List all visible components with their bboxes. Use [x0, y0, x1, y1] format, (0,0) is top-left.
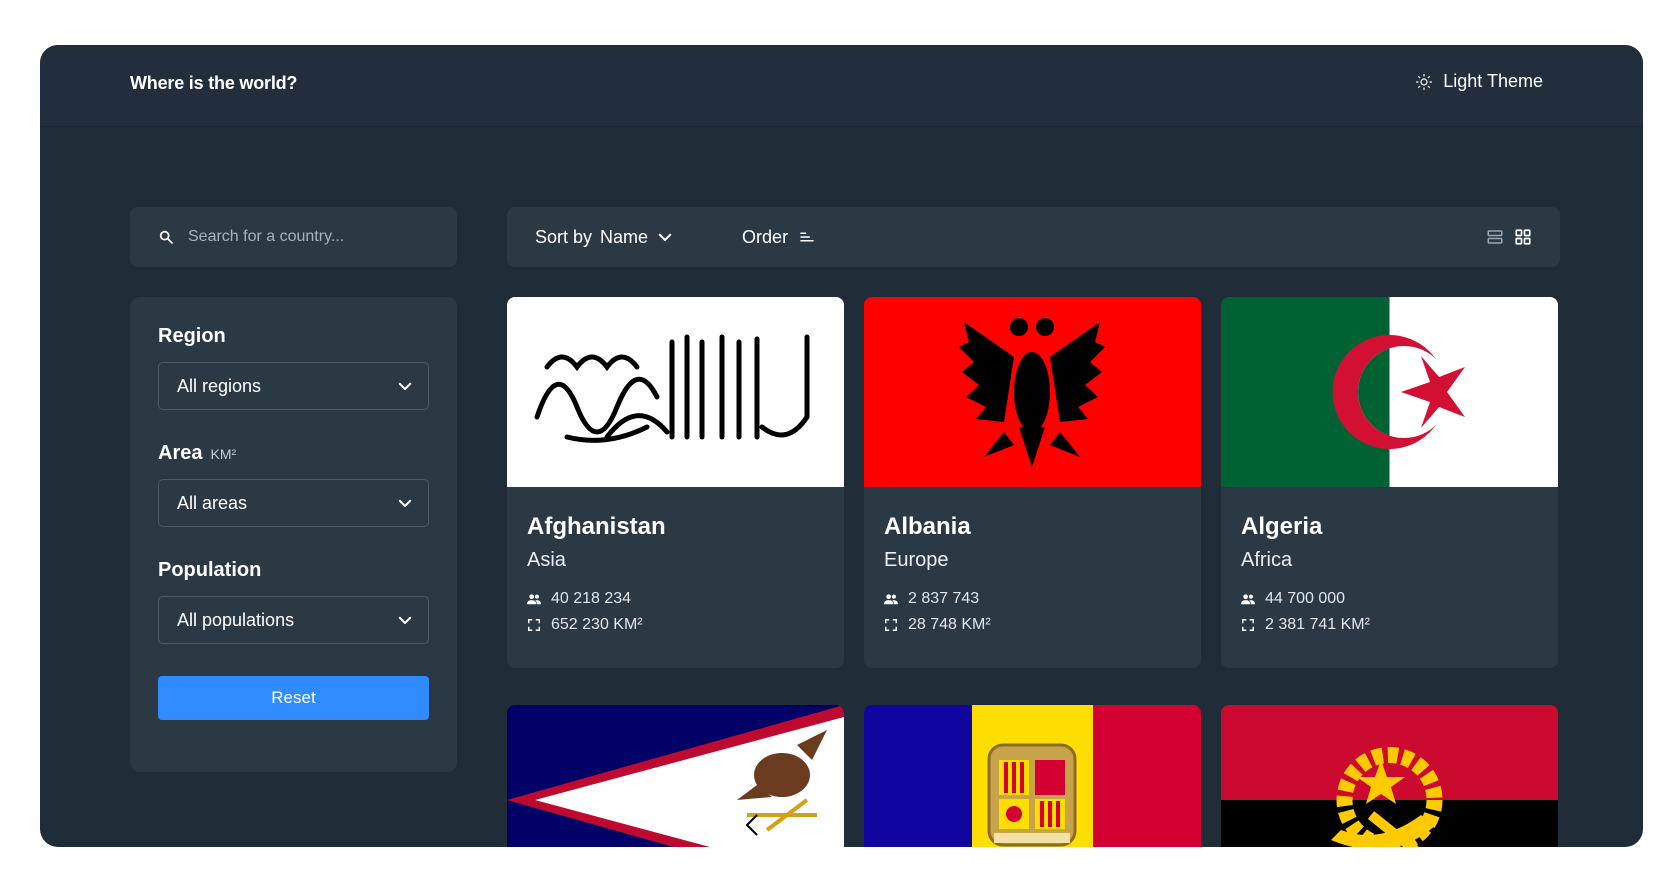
angola-flag-image: [1221, 705, 1558, 847]
population-stat: 2 837 743: [884, 590, 1181, 608]
country-region: Africa: [1241, 549, 1293, 571]
area-stat: 652 230 KM²: [527, 616, 824, 634]
top-header: Where is the world? Light Theme: [40, 45, 1643, 127]
reset-button[interactable]: Reset: [158, 676, 429, 720]
area-value: 28 748 KM²: [908, 616, 991, 633]
search-box: [130, 207, 457, 267]
population-stat: 44 700 000: [1241, 590, 1538, 608]
area-icon: [885, 619, 897, 631]
country-region: Asia: [527, 549, 566, 571]
chevron-down-icon: [658, 233, 672, 241]
andorra-flag-image: [864, 705, 1201, 847]
results-toolbar: Sort by Name Order: [507, 207, 1560, 267]
theme-toggle-button[interactable]: Light Theme: [1415, 71, 1543, 92]
flag-albania: [864, 297, 1201, 487]
population-select[interactable]: All populations: [158, 596, 429, 644]
population-select-value: All populations: [177, 609, 295, 630]
american-samoa-flag-image: [507, 705, 844, 847]
algeria-flag-image: [1221, 297, 1558, 487]
area-select-value: All areas: [177, 492, 248, 513]
population-label-text: Population: [158, 559, 262, 581]
chevron-down-icon: [398, 499, 412, 507]
country-card[interactable]: [507, 705, 844, 847]
population-value: 2 837 743: [908, 590, 980, 607]
flag-algeria: [1221, 297, 1558, 487]
sort-by-dropdown[interactable]: Sort by Name: [535, 227, 674, 248]
sort-by-value: Name: [600, 226, 649, 247]
grid-view-icon[interactable]: [1514, 228, 1532, 246]
order-label: Order: [742, 226, 789, 247]
region-select-value: All regions: [177, 375, 262, 396]
region-label-text: Region: [158, 325, 226, 347]
albania-flag-image: [864, 297, 1201, 487]
flag-andorra: [864, 705, 1201, 847]
population-value: 40 218 234: [551, 590, 632, 607]
search-input[interactable]: [188, 228, 438, 246]
region-select[interactable]: All regions: [158, 362, 429, 410]
country-card[interactable]: Algeria Africa 44 700 000 2 381 741 KM²: [1221, 297, 1558, 668]
list-view-icon[interactable]: [1486, 228, 1504, 246]
country-card[interactable]: Afghanistan Asia 40 218 234 652 230 KM²: [507, 297, 844, 668]
afghanistan-flag-image: [507, 297, 844, 487]
area-label-text: Area: [158, 442, 203, 464]
flag-afghanistan: [507, 297, 844, 487]
people-icon: [884, 594, 898, 605]
sun-icon: [1416, 73, 1433, 90]
view-toggles: [1486, 228, 1532, 246]
region-filter-label: Region: [158, 325, 429, 348]
area-filter-label: Area KM²: [158, 442, 429, 465]
area-unit: KM²: [210, 446, 237, 462]
sort-by-label: Sort by: [535, 226, 593, 247]
flag-american-samoa: [507, 705, 844, 847]
chevron-down-icon: [398, 616, 412, 624]
search-icon: [159, 230, 173, 244]
area-select[interactable]: All areas: [158, 479, 429, 527]
country-card[interactable]: [1221, 705, 1558, 847]
area-icon: [1242, 619, 1254, 631]
area-value: 2 381 741 KM²: [1265, 616, 1370, 633]
filters-panel: Region All regions Area KM² All areas Po…: [130, 297, 457, 772]
country-region: Europe: [884, 549, 949, 571]
country-card[interactable]: Albania Europe 2 837 743 28 748 KM²: [864, 297, 1201, 668]
country-card[interactable]: [864, 705, 1201, 847]
sort-order-icon: [800, 232, 814, 242]
people-icon: [1241, 594, 1255, 605]
theme-toggle-label: Light Theme: [1443, 71, 1543, 91]
population-stat: 40 218 234: [527, 590, 824, 608]
people-icon: [527, 594, 541, 605]
app-title: Where is the world?: [130, 73, 298, 93]
area-stat: 2 381 741 KM²: [1241, 616, 1538, 634]
population-filter-label: Population: [158, 559, 429, 582]
country-name: Algeria: [1241, 513, 1323, 540]
order-toggle[interactable]: Order: [742, 227, 816, 248]
population-value: 44 700 000: [1265, 590, 1346, 607]
area-value: 652 230 KM²: [551, 616, 643, 633]
country-name: Afghanistan: [527, 513, 666, 540]
area-icon: [528, 619, 540, 631]
area-stat: 28 748 KM²: [884, 616, 1181, 634]
chevron-down-icon: [398, 382, 412, 390]
app-window: Where is the world? Light Theme Region A…: [40, 45, 1643, 847]
country-name: Albania: [884, 513, 971, 540]
flag-angola: [1221, 705, 1558, 847]
